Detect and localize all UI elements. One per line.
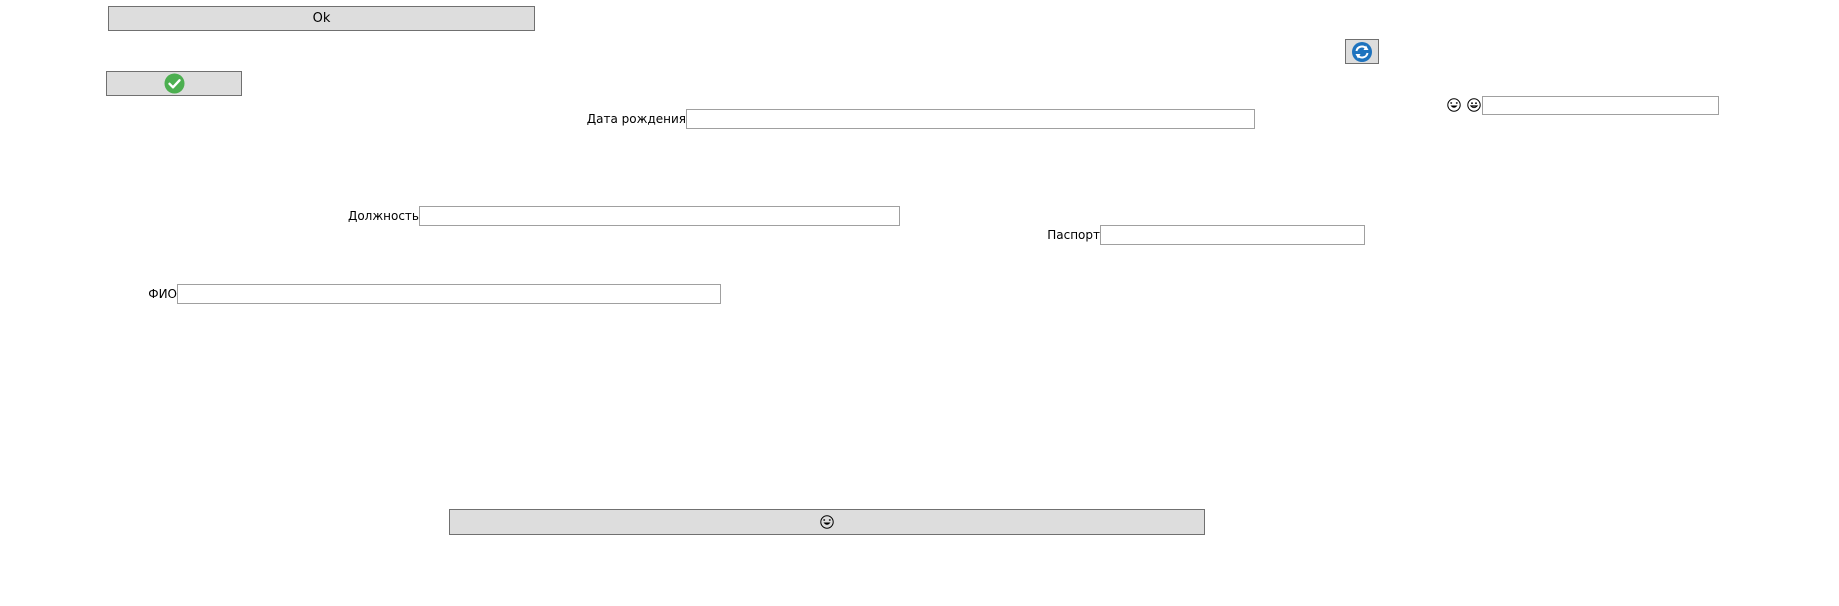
refresh-icon	[1352, 41, 1372, 62]
position-input[interactable]	[419, 206, 900, 226]
birth-date-input[interactable]	[686, 109, 1255, 129]
passport-input[interactable]	[1100, 225, 1365, 245]
smiley-icon	[820, 515, 834, 529]
passport-label: Паспорт	[1047, 228, 1100, 242]
position-label: Должность	[347, 209, 419, 223]
ok-button[interactable]: Ok	[108, 6, 535, 31]
check-circle-icon	[164, 73, 184, 94]
ok-button-label: Ok	[312, 11, 331, 26]
top-right-input[interactable]	[1482, 96, 1719, 115]
birth-date-label: Дата рождения	[586, 112, 686, 126]
confirm-button[interactable]	[106, 71, 242, 96]
smiley-button[interactable]	[449, 509, 1205, 535]
grinning-face-icon	[1467, 98, 1481, 112]
refresh-button[interactable]	[1345, 39, 1379, 64]
laughing-face-icon	[1447, 98, 1461, 112]
full-name-input[interactable]	[177, 284, 721, 304]
full-name-label: ФИО	[148, 287, 177, 301]
